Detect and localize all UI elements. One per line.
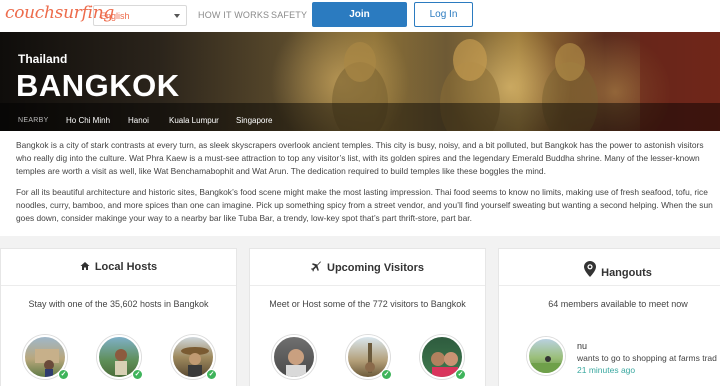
divider: [1, 285, 236, 286]
nearby-link-singapore[interactable]: Singapore: [236, 116, 272, 125]
upcoming-visitors-title: Upcoming Visitors: [327, 262, 424, 274]
chevron-down-icon: [174, 14, 180, 18]
home-icon: [80, 261, 90, 274]
card-title: Upcoming Visitors: [250, 261, 485, 275]
country-name: Thailand: [18, 52, 68, 66]
visitor-avatar[interactable]: [272, 335, 316, 379]
hangouts-title: Hangouts: [601, 267, 652, 279]
airplane-icon: [311, 261, 322, 275]
local-hosts-title: Local Hosts: [94, 261, 158, 273]
member-avatar[interactable]: [527, 337, 565, 375]
hangouts-subtitle: 64 members available to meet now: [548, 299, 688, 309]
hangout-message: wants to go to shopping at farms trad: [577, 353, 717, 363]
nearby-link-hanoi[interactable]: Hanoi: [128, 116, 149, 125]
top-nav-bar: couchsurfing English HOW IT WORKS SAFETY…: [0, 0, 720, 32]
language-value: English: [100, 11, 130, 21]
login-button[interactable]: Log In: [414, 2, 473, 27]
location-pin-icon: [584, 261, 597, 280]
city-description-paragraph: For all its beautiful architecture and h…: [16, 187, 713, 223]
nav-how-it-works[interactable]: HOW IT WORKS: [198, 10, 269, 20]
upcoming-visitors-card[interactable]: Upcoming Visitors Meet or Host some of t…: [249, 248, 486, 386]
nearby-label: NEARBY: [18, 117, 49, 124]
divider: [499, 285, 720, 286]
city-title: BANGKOK: [16, 68, 180, 103]
nearby-link-kuala-lumpur[interactable]: Kuala Lumpur: [169, 116, 219, 125]
join-button[interactable]: Join: [312, 2, 407, 27]
local-hosts-subtitle: Stay with one of the 35,602 hosts in Ban…: [28, 299, 209, 309]
verified-check-icon: ✓: [381, 369, 392, 380]
nav-safety[interactable]: SAFETY: [271, 10, 307, 20]
hangout-timestamp: 21 minutes ago: [577, 365, 636, 375]
language-select[interactable]: English: [93, 5, 187, 26]
local-hosts-card[interactable]: Local Hosts Stay with one of the 35,602 …: [0, 248, 237, 386]
card-title: Local Hosts: [1, 261, 236, 274]
verified-check-icon: ✓: [455, 369, 466, 380]
card-title: Hangouts: [499, 261, 720, 280]
upcoming-visitors-subtitle: Meet or Host some of the 772 visitors to…: [269, 299, 466, 309]
hangouts-card[interactable]: Hangouts 64 members available to meet no…: [498, 248, 720, 386]
divider: [250, 285, 485, 286]
verified-check-icon: ✓: [206, 369, 217, 380]
city-description-paragraph: Bangkok is a city of stark contrasts at …: [16, 140, 704, 176]
verified-check-icon: ✓: [58, 369, 69, 380]
member-name[interactable]: nu: [577, 341, 587, 351]
verified-check-icon: ✓: [132, 369, 143, 380]
hero-banner: Thailand BANGKOK NEARBY Ho Chi Minh Hano…: [0, 32, 720, 131]
nearby-link-ho-chi-minh[interactable]: Ho Chi Minh: [66, 116, 110, 125]
